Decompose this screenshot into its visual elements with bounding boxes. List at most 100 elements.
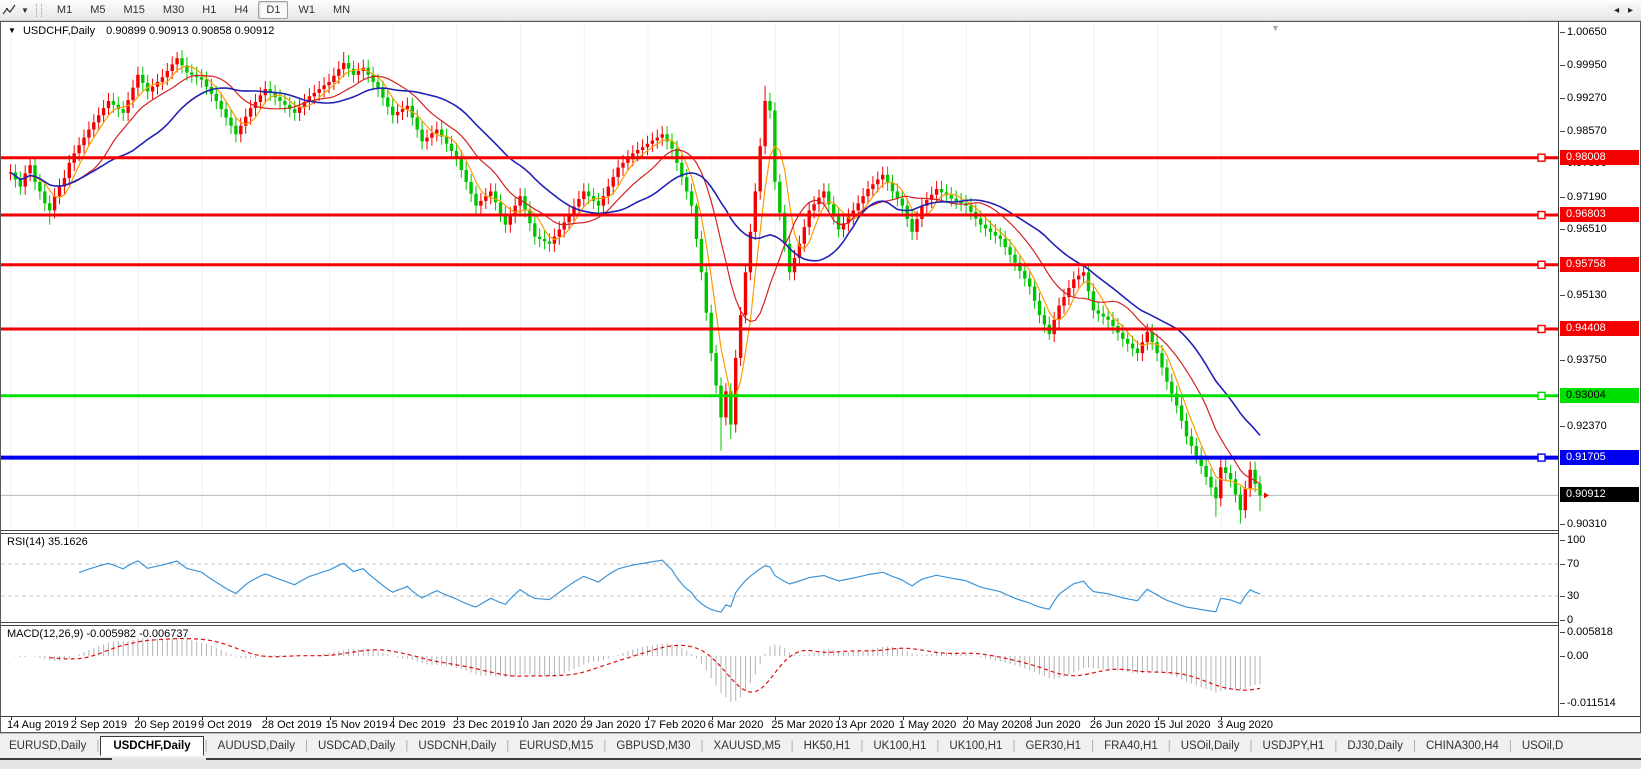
price-tick-label: 0.96510 (1567, 222, 1607, 236)
horizontal-level-0.95758[interactable] (1, 261, 1558, 268)
macd-tick-mark (1560, 632, 1565, 633)
tab-hk50-h1[interactable]: HK50,H1 (795, 737, 860, 755)
price-tick-mark (1560, 229, 1565, 230)
macd-axis-label: 0.005818 (1567, 625, 1613, 639)
price-axis: 1.006500.999500.992700.985700.978900.971… (1558, 22, 1640, 716)
tabbar-border-segment (206, 758, 1641, 760)
rsi-pane[interactable] (1, 534, 1558, 622)
horizontal-level-0.93004[interactable] (1, 392, 1558, 399)
price-tick-mark (1560, 65, 1565, 66)
tab-scroll-left-icon[interactable]: ◂ (1614, 5, 1619, 16)
tab-fra40-h1[interactable]: FRA40,H1 (1095, 737, 1167, 755)
macd-axis-label: -0.011514 (1567, 696, 1616, 710)
date-tick-label: 13 Apr 2020 (835, 719, 894, 731)
rsi-tick-mark (1560, 596, 1565, 597)
tab-usdchf-daily[interactable]: USDCHF,Daily (100, 736, 203, 756)
level-price-badge: 0.91705 (1560, 450, 1639, 465)
tab-china300-h4[interactable]: CHINA300,H4 (1417, 737, 1508, 755)
tab-uk100-h1[interactable]: UK100,H1 (940, 737, 1011, 755)
timeframe-toolbar: ▼ M1M5M15M30H1H4D1W1MN (0, 0, 1641, 21)
level-price-badge: 0.94408 (1560, 321, 1639, 336)
date-tick-label: 1 May 2020 (899, 719, 956, 731)
tab-usdjpy-h1[interactable]: USDJPY,H1 (1254, 737, 1334, 755)
tab-audusd-daily[interactable]: AUDUSD,Daily (209, 737, 304, 755)
rsi-tick-mark (1560, 620, 1565, 621)
tab-xauusd-m5[interactable]: XAUUSD,M5 (705, 737, 790, 755)
tab-gbpusd-m30[interactable]: GBPUSD,M30 (607, 737, 699, 755)
timeframe-m15[interactable]: M15 (115, 1, 152, 19)
tab-divider: | (936, 740, 939, 752)
tab-divider: | (405, 740, 408, 752)
tab-dj30-daily[interactable]: DJ30,Daily (1338, 737, 1412, 755)
dropdown-caret-icon[interactable]: ▼ (18, 6, 32, 15)
main-chart-pane[interactable] (1, 22, 1558, 530)
tab-divider: | (603, 740, 606, 752)
tab-uk100-h1[interactable]: UK100,H1 (864, 737, 935, 755)
timeframe-mn[interactable]: MN (325, 1, 358, 19)
tab-ger30-h1[interactable]: GER30,H1 (1016, 737, 1090, 755)
price-tick-mark (1560, 360, 1565, 361)
macd-tick-mark (1560, 656, 1565, 657)
date-tick-label: 15 Jul 2020 (1154, 719, 1211, 731)
tab-divider: | (1012, 740, 1015, 752)
tab-scroll-right-icon[interactable]: ▸ (1628, 5, 1633, 16)
timeframe-m30[interactable]: M30 (155, 1, 192, 19)
chart-window: ▼ USDCHF,Daily 0.90899 0.90913 0.90858 0… (0, 21, 1641, 733)
tab-divider: | (860, 740, 863, 752)
price-tick-mark (1560, 426, 1565, 427)
date-axis: 14 Aug 20192 Sep 201920 Sep 20199 Oct 20… (1, 716, 1640, 732)
symbol-menu-icon[interactable]: ▼ (8, 26, 16, 35)
price-tick-mark (1560, 524, 1565, 525)
date-tick-label: 20 May 2020 (963, 719, 1027, 731)
chart-shift-marker[interactable]: ▼ (1271, 23, 1280, 33)
price-tick-label: 0.99950 (1567, 58, 1607, 72)
tab-eurusd-m15[interactable]: EURUSD,M15 (510, 737, 602, 755)
line-studies-icon[interactable] (0, 2, 18, 18)
timeframe-d1[interactable]: D1 (258, 1, 288, 19)
tab-divider: | (791, 740, 794, 752)
tab-usoil-daily[interactable]: USOil,Daily (1172, 737, 1249, 755)
chart-tabs: EURUSD,Daily|USDCHF,Daily|AUDUSD,Daily|U… (0, 733, 1641, 758)
price-tick-mark (1560, 98, 1565, 99)
macd-tick-mark (1560, 703, 1565, 704)
price-tick-label: 0.93750 (1567, 353, 1607, 367)
level-price-badge: 0.93004 (1560, 388, 1639, 403)
macd-histogram (11, 638, 1261, 702)
tab-usoil-d[interactable]: USOil,D (1513, 737, 1573, 755)
ohlc-values: 0.90899 0.90913 0.90858 0.90912 (106, 25, 274, 37)
price-tick-mark (1560, 295, 1565, 296)
horizontal-level-0.91705[interactable] (1, 454, 1558, 461)
tab-divider: | (1168, 740, 1171, 752)
macd-pane[interactable] (1, 626, 1558, 716)
horizontal-level-0.94408[interactable] (1, 325, 1558, 332)
date-tick-label: 4 Dec 2019 (389, 719, 445, 731)
timeframe-h1[interactable]: H1 (194, 1, 224, 19)
tab-divider: | (205, 740, 208, 752)
price-tick-label: 0.90310 (1567, 517, 1607, 531)
date-tick-label: 8 Jun 2020 (1026, 719, 1080, 731)
level-price-badge: 0.95758 (1560, 257, 1639, 272)
candlestick-series (9, 50, 1262, 523)
rsi-axis-label: 30 (1567, 589, 1579, 603)
timeframe-buttons: M1M5M15M30H1H4D1W1MN (48, 1, 359, 19)
rsi-tick-mark (1560, 540, 1565, 541)
timeframe-m5[interactable]: M5 (82, 1, 113, 19)
rsi-axis-label: 100 (1567, 533, 1585, 547)
tab-usdcnh-daily[interactable]: USDCNH,Daily (409, 737, 505, 755)
price-tick-label: 0.95130 (1567, 288, 1607, 302)
tab-eurusd-daily[interactable]: EURUSD,Daily (0, 737, 95, 755)
date-tick-label: 28 Oct 2019 (262, 719, 322, 731)
current-price-badge: 0.90912 (1560, 487, 1639, 502)
price-tick-mark (1560, 32, 1565, 33)
date-tick-label: 29 Jan 2020 (580, 719, 641, 731)
toolbar-grip[interactable] (36, 4, 42, 17)
date-tick-label: 25 Mar 2020 (771, 719, 833, 731)
timeframe-h4[interactable]: H4 (226, 1, 256, 19)
date-tick-label: 3 Aug 2020 (1217, 719, 1273, 731)
timeframe-m1[interactable]: M1 (49, 1, 80, 19)
horizontal-level-0.98008[interactable] (1, 154, 1558, 161)
bottom-scrollbar[interactable] (0, 758, 1641, 769)
tab-usdcad-daily[interactable]: USDCAD,Daily (309, 737, 404, 755)
price-tick-label: 0.97190 (1567, 190, 1607, 204)
timeframe-w1[interactable]: W1 (290, 1, 323, 19)
